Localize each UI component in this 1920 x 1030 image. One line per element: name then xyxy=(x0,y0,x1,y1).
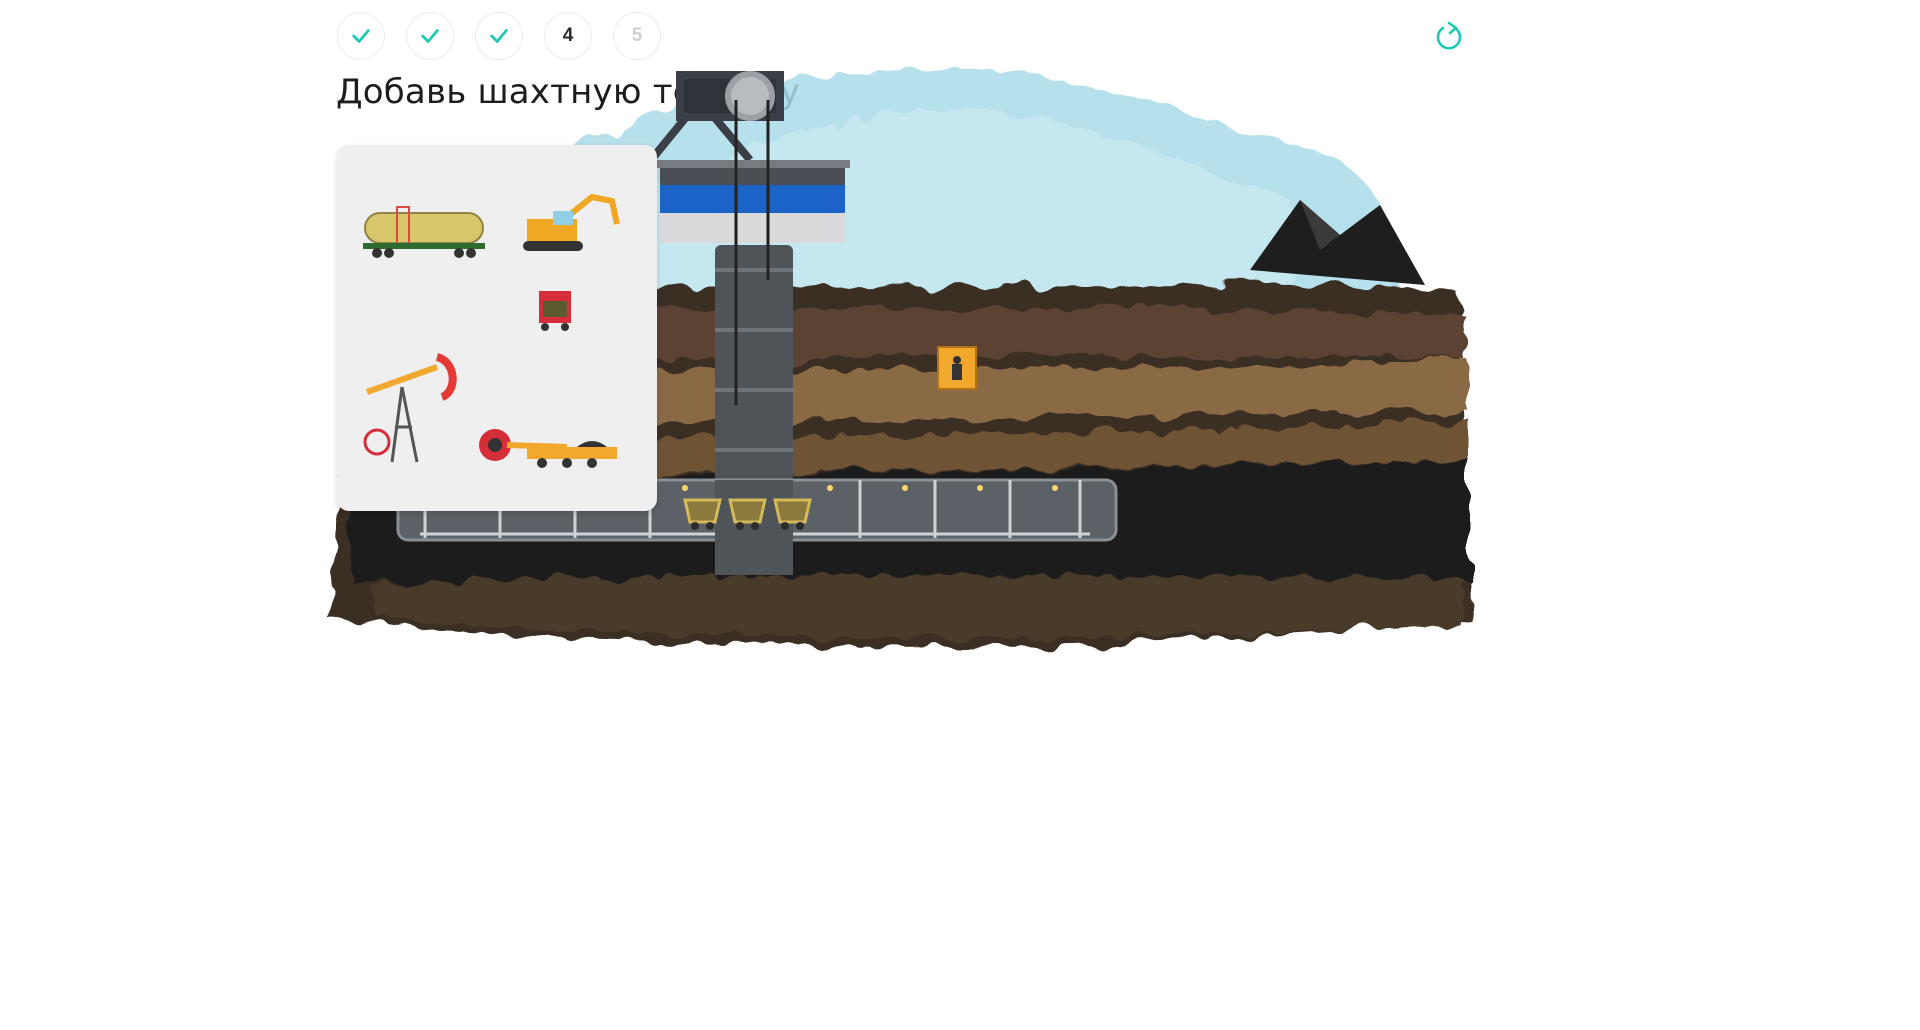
pumpjack-icon[interactable] xyxy=(357,337,467,467)
mine-car-icon[interactable] xyxy=(535,285,575,335)
tank-car-icon[interactable] xyxy=(359,203,489,263)
mine-building xyxy=(655,160,850,243)
equipment-palette xyxy=(337,145,657,511)
bucket-wheel-excavator-icon[interactable] xyxy=(477,425,627,475)
coal-wagons-icon[interactable] xyxy=(680,480,820,540)
step-2[interactable] xyxy=(406,12,454,60)
check-icon xyxy=(490,29,508,43)
progress-steps: 4 5 xyxy=(337,12,661,60)
step-3[interactable] xyxy=(475,12,523,60)
excavator-icon[interactable] xyxy=(517,189,627,259)
step-1[interactable] xyxy=(337,12,385,60)
step-4[interactable]: 4 xyxy=(544,12,592,60)
step-5: 5 xyxy=(613,12,661,60)
miner-elevator-icon xyxy=(937,346,977,390)
reload-icon[interactable] xyxy=(1431,19,1467,55)
check-icon xyxy=(421,29,439,43)
check-icon xyxy=(352,29,370,43)
